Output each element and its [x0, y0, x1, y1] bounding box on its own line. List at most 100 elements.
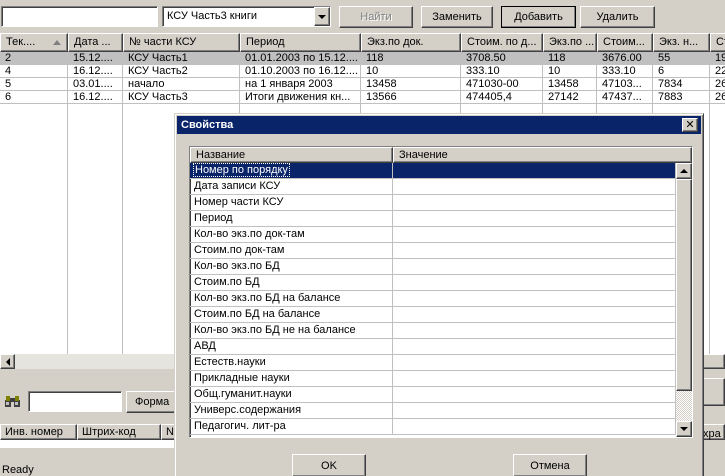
grid-cell: 01.10.2003 по 16.12....: [240, 65, 361, 78]
chevron-down-icon[interactable]: [314, 7, 330, 26]
property-name: Стоим.по БД на балансе: [190, 307, 393, 323]
grid-cell: 47103...: [597, 78, 653, 91]
property-value[interactable]: [393, 243, 676, 259]
property-value[interactable]: [393, 339, 676, 355]
property-row[interactable]: Общ.гуманит.науки: [190, 387, 676, 403]
property-row[interactable]: Дата записи КСУ: [190, 179, 676, 195]
grid-column-header[interactable]: Ст: [710, 33, 725, 52]
property-value[interactable]: [393, 211, 676, 227]
property-row[interactable]: Стоим.по БД: [190, 275, 676, 291]
grid-column-header[interactable]: Период: [240, 33, 361, 52]
delete-button[interactable]: Удалить: [580, 6, 655, 28]
property-row[interactable]: Естеств.науки: [190, 355, 676, 371]
grid-cell: 13566: [361, 91, 461, 104]
property-row[interactable]: Кол-во экз.по БД: [190, 259, 676, 275]
grid-cell: 26: [710, 78, 725, 91]
scroll-up-icon[interactable]: [676, 163, 692, 179]
ok-button[interactable]: OK: [292, 454, 366, 476]
property-row[interactable]: Педагогич. лит-ра: [190, 419, 676, 435]
property-row[interactable]: Кол-во экз.по док-там: [190, 227, 676, 243]
ksu-part-select[interactable]: КСУ Часть3 книги: [162, 6, 331, 27]
property-value[interactable]: [393, 227, 676, 243]
property-value[interactable]: [393, 275, 676, 291]
property-value[interactable]: [393, 387, 676, 403]
grid-column-divider: [67, 52, 68, 369]
dialog-title: Свойства ✕: [177, 116, 701, 134]
property-value[interactable]: [393, 419, 676, 435]
grid-column-header[interactable]: № части КСУ: [123, 33, 240, 52]
grid-cell: на 1 января 2003: [240, 78, 361, 91]
property-value[interactable]: [393, 371, 676, 387]
find-button[interactable]: Найти: [339, 6, 413, 28]
properties-table[interactable]: Название Значение Номер по порядку Дата з…: [189, 146, 693, 438]
property-row[interactable]: Стоим.по док-там: [190, 243, 676, 259]
scroll-thumb[interactable]: [676, 179, 692, 391]
property-row[interactable]: Универс.содержания: [190, 403, 676, 419]
property-value[interactable]: [393, 259, 676, 275]
property-value[interactable]: [393, 307, 676, 323]
grid-column-header[interactable]: Тек....: [0, 33, 68, 52]
replace-button[interactable]: Заменить: [421, 6, 493, 28]
scroll-down-icon[interactable]: [676, 421, 692, 437]
grid-cell: 01.01.2003 по 15.12....: [240, 52, 361, 65]
scroll-left-icon[interactable]: [0, 354, 15, 369]
inventory-grid[interactable]: Инв. номер Штрих-код N: [0, 424, 190, 448]
property-name: Период: [190, 211, 393, 227]
column-storage-label: хра: [703, 428, 721, 440]
property-row[interactable]: Прикладные науки: [190, 371, 676, 387]
grid-cell: 03.01....: [68, 78, 123, 91]
grid-cell: 6: [0, 91, 68, 104]
search-input[interactable]: [1, 6, 158, 27]
property-row[interactable]: Кол-во экз.по БД не на балансе: [190, 323, 676, 339]
property-row[interactable]: Номер части КСУ: [190, 195, 676, 211]
property-row[interactable]: Стоим.по БД на балансе: [190, 307, 676, 323]
property-name: Естеств.науки: [190, 355, 393, 371]
grid-cell: начало: [123, 78, 240, 91]
scroll-track-remaining[interactable]: [676, 391, 692, 421]
column-barcode[interactable]: Штрих-код: [77, 424, 161, 440]
property-row[interactable]: Номер по порядку: [190, 163, 676, 179]
property-value[interactable]: [393, 291, 676, 307]
property-value[interactable]: [393, 403, 676, 419]
add-button[interactable]: Добавить: [501, 6, 576, 28]
dialog-title-text: Свойства: [181, 119, 234, 131]
grid-cell: 7834: [653, 78, 710, 91]
grid-cell: 55: [653, 52, 710, 65]
grid-column-divider: [122, 52, 123, 369]
grid-column-header[interactable]: Дата ...: [68, 33, 123, 52]
lower-search-input[interactable]: [28, 391, 122, 412]
column-value[interactable]: Значение: [393, 147, 692, 163]
grid-column-header[interactable]: Стоим. по д...: [461, 33, 543, 52]
property-name: Кол-во экз.по БД на балансе: [190, 291, 393, 307]
grid-row[interactable]: 6 16.12.... КСУ Часть3 Итоги движения кн...…: [0, 91, 725, 104]
property-value[interactable]: [393, 179, 676, 195]
column-name[interactable]: Название: [190, 147, 393, 163]
property-name: Кол-во экз.по БД: [190, 259, 393, 275]
property-value[interactable]: [393, 195, 676, 211]
property-value[interactable]: [393, 323, 676, 339]
binoculars-icon[interactable]: [4, 395, 22, 409]
cancel-button[interactable]: Отмена: [513, 454, 587, 476]
property-value[interactable]: [393, 163, 676, 179]
property-row[interactable]: Период: [190, 211, 676, 227]
property-row[interactable]: АВД: [190, 339, 676, 355]
grid-cell: 333.10: [597, 65, 653, 78]
grid-column-header[interactable]: Стоим...: [597, 33, 653, 52]
grid-column-header[interactable]: Экз.по док.: [361, 33, 461, 52]
column-inventory-number[interactable]: Инв. номер: [0, 424, 77, 440]
properties-vertical-scrollbar[interactable]: [676, 163, 692, 437]
grid-cell: 118: [543, 52, 597, 65]
grid-column-header[interactable]: Экз.по ...: [543, 33, 597, 52]
property-value[interactable]: [393, 355, 676, 371]
grid-column-header[interactable]: Экз. н...: [653, 33, 710, 52]
grid-cell: 10: [543, 65, 597, 78]
property-row[interactable]: Кол-во экз.по БД на балансе: [190, 291, 676, 307]
grid-horizontal-scrollbar[interactable]: [0, 354, 190, 369]
property-name: Универс.содержания: [190, 403, 393, 419]
grid-cell: 26: [710, 91, 725, 104]
grid-cell: 333.10: [461, 65, 543, 78]
grid-row[interactable]: 5 03.01.... начало на 1 января 2003 13458 471…: [0, 78, 725, 91]
close-icon[interactable]: ✕: [682, 118, 698, 132]
grid-row[interactable]: 4 16.12.... КСУ Часть2 01.10.2003 по 16.12.…: [0, 65, 725, 78]
grid-row[interactable]: 2 15.12.... КСУ Часть1 01.01.2003 по 15.12.…: [0, 52, 725, 65]
